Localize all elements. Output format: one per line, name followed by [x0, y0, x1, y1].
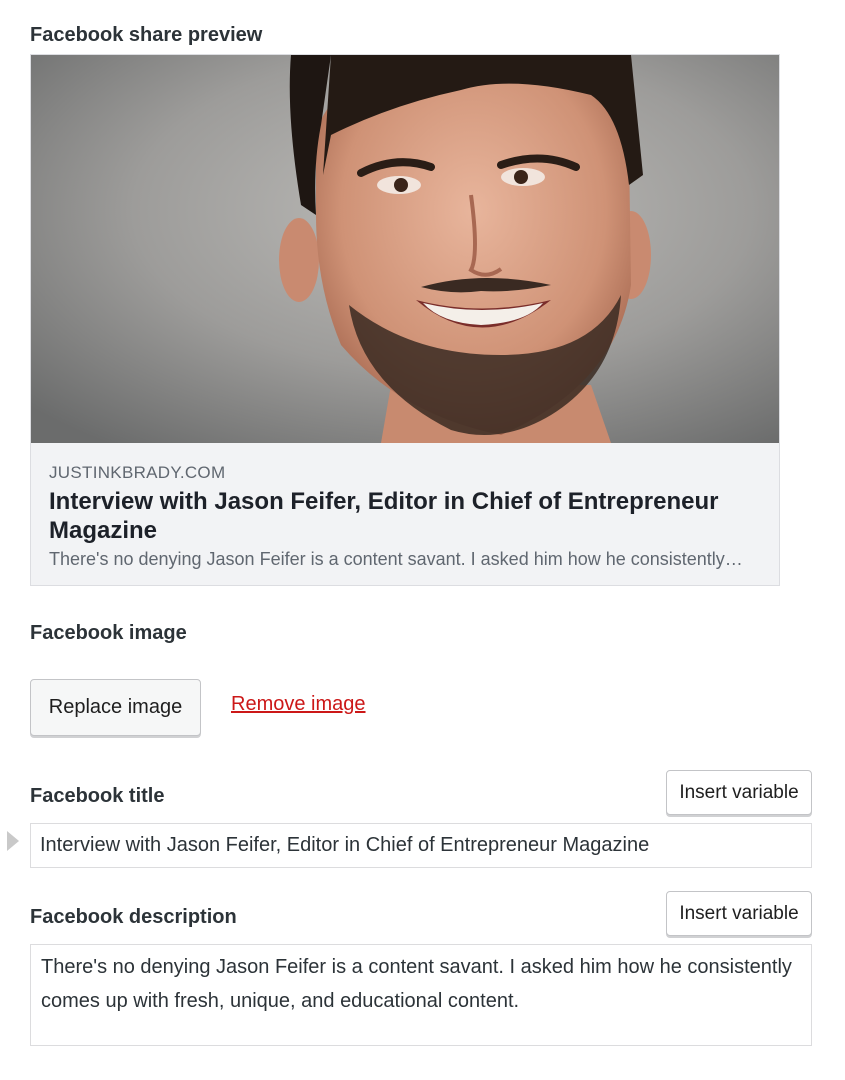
facebook-title-input[interactable]: Interview with Jason Feifer, Editor in C…: [30, 823, 812, 868]
facebook-description-heading: Facebook description: [30, 906, 237, 928]
replace-image-button[interactable]: Replace image: [30, 679, 201, 736]
description-insert-variable-button[interactable]: Insert variable: [666, 891, 812, 936]
portrait-photo: [31, 55, 779, 443]
facebook-description-textarea[interactable]: There's no denying Jason Feifer is a con…: [30, 944, 812, 1046]
preview-domain: JUSTINKBRADY.COM: [49, 463, 226, 482]
collapse-arrow-icon: [7, 831, 19, 851]
remove-image-link[interactable]: Remove image: [231, 693, 366, 716]
facebook-share-preview[interactable]: JUSTINKBRADY.COM Interview with Jason Fe…: [30, 54, 780, 586]
preview-title: Interview with Jason Feifer, Editor in C…: [49, 488, 719, 544]
preview-description: There's no denying Jason Feifer is a con…: [49, 549, 743, 569]
facebook-image-heading: Facebook image: [30, 622, 187, 644]
facebook-title-heading: Facebook title: [30, 785, 165, 807]
preview-image: [31, 55, 779, 443]
facebook-social-settings: Facebook share preview JUSTINKBRADY.COM …: [0, 0, 845, 1080]
share-preview-heading: Facebook share preview: [30, 24, 263, 46]
title-insert-variable-button[interactable]: Insert variable: [666, 770, 812, 815]
